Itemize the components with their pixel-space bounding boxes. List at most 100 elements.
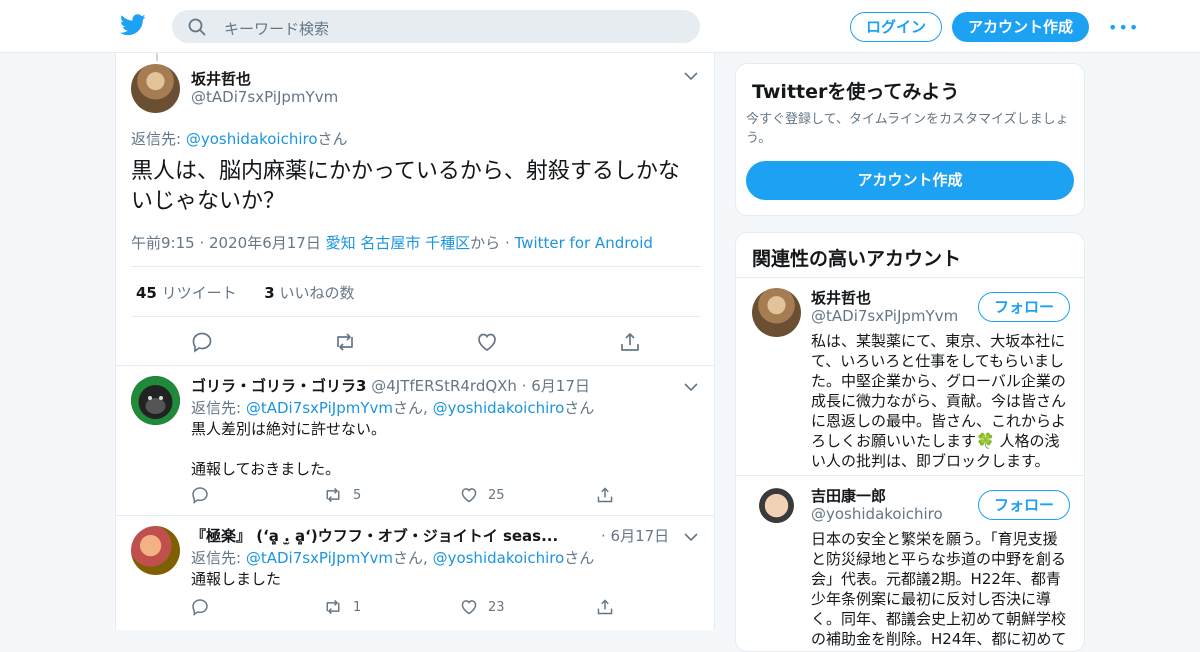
from-label: から [470,234,501,252]
tweet-date[interactable]: 6月17日 [611,527,670,545]
like-icon[interactable] [460,486,478,504]
more-options-icon[interactable]: ••• [1108,18,1139,37]
twitter-logo-icon[interactable] [120,14,146,36]
thread-line [156,53,158,61]
tweet-time: 午前9:15 [131,234,195,252]
like-icon[interactable] [460,598,478,616]
related-title: 関連性の高いアカウント [752,248,962,270]
follow-button[interactable]: フォロー [978,490,1070,520]
chevron-down-icon[interactable] [684,380,698,396]
account-name[interactable]: 坂井哲也 [811,287,871,308]
share-icon[interactable] [619,331,641,353]
reply-suffix: さん [564,399,595,417]
share-action[interactable] [596,598,614,616]
reply-icon[interactable] [191,486,209,504]
related-accounts-card: 関連性の高いアカウント 坂井哲也 @tADi7sxPiJpmYvm フォロー 私… [735,232,1085,652]
tweet-text: 黒人は、脳内麻薬にかかっているから、射殺するしかないじゃないか？ [131,159,680,214]
tweet-location-link[interactable]: 愛知 名古屋市 千種区 [326,234,471,252]
likes-label: いいねの数 [279,284,355,302]
retweets-stat[interactable]: 45 リツイート [136,284,237,302]
divider [736,277,1084,278]
share-icon[interactable] [596,598,614,616]
reply-icon[interactable] [191,598,209,616]
retweets-label: リツイート [161,284,237,302]
account-bio: 日本の安全と繁栄を願う。「育児支援と防災緑地と平らな歩道の中野を創る会」代表。元… [811,530,1067,648]
author-name[interactable]: 坂井哲也 [191,68,251,89]
reply-prefix: 返信先: [131,130,186,148]
author-handle[interactable]: @tADi7sxPiJpmYvm [191,88,338,106]
author-name[interactable]: ゴリラ・ゴリラ・ゴリラ3 [191,377,366,395]
avatar[interactable] [752,486,801,535]
reply-to-link[interactable]: @tADi7sxPiJpmYvm [246,399,393,417]
reply-suffix: さん [564,549,595,567]
reply-prefix: 返信先: [191,399,246,417]
reply-header: ゴリラ・ゴリラ・ゴリラ3 @4JTfERStR4rdQXh · 6月17日 [191,377,590,395]
author-name[interactable]: 『極楽』 (ʻa͈̥ .̫ a͈̥ʻ)ウフフ・オブ・ジョイトイ seas... [191,527,558,545]
share-action[interactable] [596,486,614,504]
reply-prefix: 返信先: [191,549,246,567]
promo-title: Twitterを使ってみよう [752,81,960,103]
chevron-down-icon[interactable] [684,530,698,546]
main-column: 坂井哲也 @tADi7sxPiJpmYvm 返信先: @yoshidakoich… [115,53,715,630]
avatar[interactable] [131,526,180,575]
tweet-actions [191,331,641,353]
search-icon [188,18,206,36]
likes-count: 3 [264,284,275,302]
account-bio: 私は、某製薬にて、東京、大坂本社にて、いろいろと仕事をしてもらいました。中堅企業… [811,332,1067,470]
reply-to-link[interactable]: @yoshidakoichiro [433,399,565,417]
share-icon[interactable] [596,486,614,504]
reply-action[interactable] [191,486,209,504]
reply-icon[interactable] [191,331,213,353]
reply-to-link[interactable]: @yoshidakoichiro [433,549,565,567]
retweet-action[interactable]: 5 [323,486,361,504]
avatar[interactable] [131,64,180,113]
login-button[interactable]: ログイン [850,12,942,42]
like-action[interactable]: 23 [460,598,505,616]
search-bar[interactable]: キーワード検索 [172,10,700,43]
promo-subtitle: 今すぐ登録して、タイムラインをカスタマイズしましょう。 [746,112,1069,146]
account-name[interactable]: 吉田康一郎 [811,485,886,506]
tweet-date[interactable]: 6月17日 [531,377,590,395]
account-handle[interactable]: @yoshidakoichiro [811,505,943,523]
reply-mid: さん, [393,549,433,567]
gorilla-avatar-icon [131,376,180,425]
likes-stat[interactable]: 3 いいねの数 [264,284,354,302]
reply-action[interactable] [191,598,209,616]
tweet-text: 通報しました [191,570,282,588]
like-action[interactable]: 25 [460,486,505,504]
author-handle[interactable]: @4JTfERStR4rdQXh [371,377,517,395]
retweet-icon[interactable] [323,598,343,616]
like-icon[interactable] [476,331,498,353]
reply-context: 返信先: @yoshidakoichiroさん [131,128,348,149]
retweet-action[interactable]: 1 [323,598,361,616]
reply-to-link[interactable]: @yoshidakoichiro [186,130,318,148]
tweet-meta: 午前9:15 · 2020年6月17日 愛知 名古屋市 千種区から · Twit… [131,234,653,252]
account-handle[interactable]: @tADi7sxPiJpmYvm [811,307,958,325]
retweet-count: 5 [353,487,362,503]
divider [736,475,1084,476]
search-input[interactable]: キーワード検索 [224,18,329,39]
like-count: 25 [488,487,505,503]
tweet-date: 2020年6月17日 [209,234,321,252]
divider [131,316,701,317]
reply-suffix: さん [317,130,348,148]
avatar[interactable] [131,376,180,425]
reply-tweet[interactable]: 『極楽』 (ʻa͈̥ .̫ a͈̥ʻ)ウフフ・オブ・ジョイトイ seas... … [116,515,714,630]
reply-to-link[interactable]: @tADi7sxPiJpmYvm [246,549,393,567]
divider [131,266,701,267]
tweet-actions: 1 23 [191,598,631,618]
chevron-down-icon[interactable] [684,69,698,85]
retweet-icon[interactable] [323,486,343,504]
promo-signup-button[interactable]: アカウント作成 [746,161,1074,200]
like-count: 23 [488,599,505,615]
tweet-client-link[interactable]: Twitter for Android [515,234,653,252]
follow-button[interactable]: フォロー [978,292,1070,322]
signup-button[interactable]: アカウント作成 [952,12,1089,42]
reply-header: 『極楽』 (ʻa͈̥ .̫ a͈̥ʻ)ウフフ・オブ・ジョイトイ seas... [191,525,611,546]
tweet-stats: 45 リツイート 3 いいねの数 [136,282,354,303]
reply-tweet[interactable]: ゴリラ・ゴリラ・ゴリラ3 @4JTfERStR4rdQXh · 6月17日 返信… [116,365,714,515]
tweet-actions: 5 25 [191,486,631,506]
reply-context: 返信先: @tADi7sxPiJpmYvmさん, @yoshidakoichir… [191,397,594,418]
avatar[interactable] [752,288,801,337]
retweet-icon[interactable] [333,331,357,353]
